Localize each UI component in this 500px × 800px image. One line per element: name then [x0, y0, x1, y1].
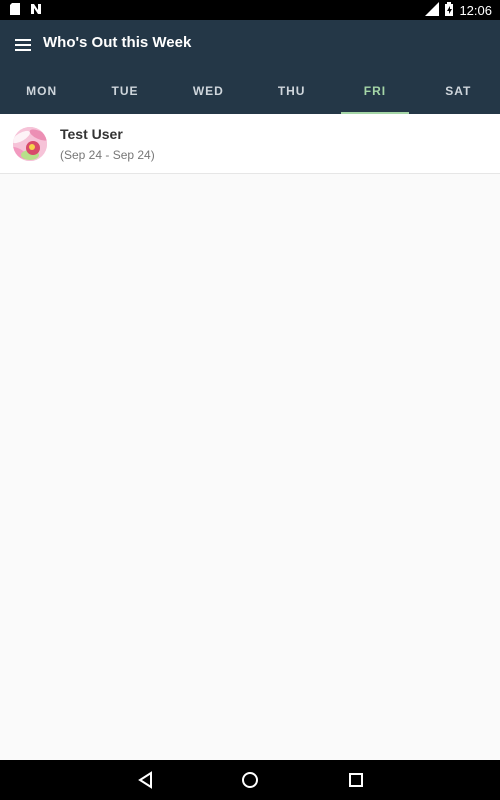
sd-card-icon	[10, 3, 20, 18]
tab-mon[interactable]: MON	[0, 68, 83, 114]
tab-thu[interactable]: THU	[250, 68, 333, 114]
status-time: 12:06	[459, 2, 492, 18]
battery-charging-icon	[445, 2, 454, 19]
tab-label: WED	[192, 84, 224, 98]
out-list: Test User (Sep 24 - Sep 24)	[0, 114, 500, 174]
status-bar: 12:06	[0, 0, 500, 20]
navigation-bar	[0, 760, 500, 800]
tab-label: FRI	[363, 84, 387, 98]
tab-label: THU	[277, 84, 306, 98]
tab-wed[interactable]: WED	[167, 68, 250, 114]
lte-signal-icon	[425, 2, 440, 19]
date-range: (Sep 24 - Sep 24)	[60, 148, 155, 162]
list-item[interactable]: Test User (Sep 24 - Sep 24)	[0, 114, 500, 174]
day-tabs: MON TUE WED THU FRI SAT	[0, 68, 500, 114]
home-icon[interactable]	[240, 770, 260, 790]
tab-fri[interactable]: FRI	[333, 68, 416, 114]
tab-sat[interactable]: SAT	[417, 68, 500, 114]
hamburger-menu-icon[interactable]	[13, 35, 33, 55]
avatar	[13, 127, 47, 161]
back-icon[interactable]	[136, 770, 156, 790]
recents-icon[interactable]	[346, 770, 366, 790]
app-bar: Who's Out this Week MON TUE WED THU FRI …	[0, 20, 500, 114]
page-title: Who's Out this Week	[43, 34, 192, 51]
tab-label: SAT	[445, 84, 472, 98]
notification-n-icon	[30, 3, 42, 18]
person-name: Test User	[60, 126, 123, 142]
tab-label: MON	[26, 84, 58, 98]
tab-tue[interactable]: TUE	[83, 68, 166, 114]
tab-label: TUE	[111, 84, 139, 98]
